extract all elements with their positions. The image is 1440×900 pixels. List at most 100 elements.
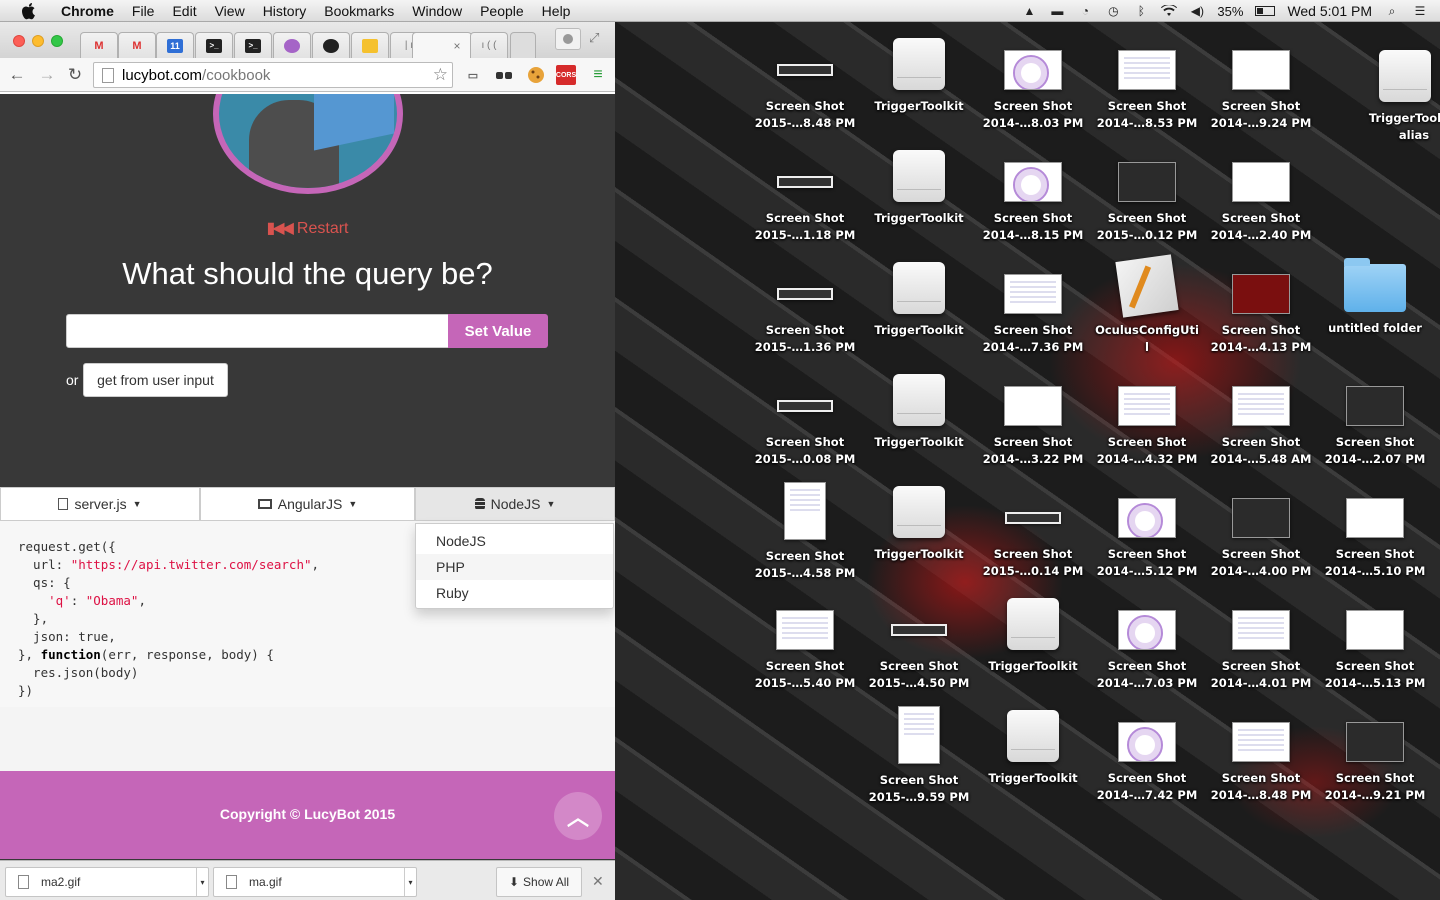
menu-app-chrome[interactable]: Chrome [52, 3, 123, 19]
drive-status-icon[interactable]: ▲ [1021, 4, 1037, 18]
desktop-icon[interactable]: Screen Shot 2015-…1.18 PM [748, 142, 862, 244]
desktop-icon[interactable]: Screen Shot 2015-…4.50 PM [862, 590, 976, 692]
desktop-icon[interactable]: Screen Shot 2015-…8.48 PM [748, 30, 862, 132]
desktop-icon[interactable]: untitled folder [1318, 254, 1432, 337]
menu-edit[interactable]: Edit [163, 3, 205, 19]
desktop-icon[interactable]: Screen Shot 2014-…7.03 PM [1090, 590, 1204, 692]
desktop-icon[interactable]: TriggerToolkit [976, 702, 1090, 787]
cors-ext-icon[interactable]: CORS [556, 65, 576, 85]
cast-icon[interactable]: ▭ [462, 64, 484, 86]
profile-button[interactable] [555, 28, 581, 50]
desktop-icon[interactable]: TriggerToolkit [862, 142, 976, 227]
desktop-icon[interactable]: Screen Shot 2014-…2.07 PM [1318, 366, 1432, 468]
fullscreen-icon[interactable]: ⤢ [589, 30, 605, 46]
desktop-icon[interactable]: Screen Shot 2014-…4.00 PM [1204, 478, 1318, 580]
query-value-input[interactable] [66, 314, 449, 348]
desktop-icon[interactable]: Screen Shot 2015-…0.12 PM [1090, 142, 1204, 244]
menu-bookmarks[interactable]: Bookmarks [315, 3, 403, 19]
desktop-icon[interactable]: OculusConfigUti l [1090, 254, 1204, 356]
desktop-icon[interactable]: Screen Shot 2014-…5.13 PM [1318, 590, 1432, 692]
tab-lucybot-active[interactable]: × [412, 32, 472, 58]
desktop-icon[interactable]: TriggerToolkit [976, 590, 1090, 675]
desktop-icon[interactable]: Screen Shot 2014-…8.53 PM [1090, 30, 1204, 132]
close-tab-icon[interactable]: × [453, 39, 460, 53]
forward-button[interactable]: → [34, 62, 60, 88]
desktop-icon[interactable]: Screen Shot 2014-…8.03 PM [976, 30, 1090, 132]
desktop-icon[interactable]: Screen Shot 2015-…9.59 PM [862, 702, 976, 806]
menu-people[interactable]: People [471, 3, 533, 19]
incognito-ext-icon[interactable] [493, 64, 515, 86]
set-value-button[interactable]: Set Value [448, 314, 548, 348]
tab-terminal-1[interactable]: >_ [195, 32, 233, 58]
menu-history[interactable]: History [254, 3, 316, 19]
tab-chrome-web[interactable] [273, 32, 311, 58]
menu-clock[interactable]: Wed 5:01 PM [1287, 3, 1372, 19]
desktop-icon[interactable]: TriggerToolkit [862, 254, 976, 339]
tab-terminal-2[interactable]: >_ [234, 32, 272, 58]
dash-status-icon[interactable]: ▬ [1049, 4, 1065, 18]
desktop-icon[interactable]: Screen Shot 2014-…9.24 PM [1204, 30, 1318, 132]
notification-center-icon[interactable]: ☰ [1412, 4, 1428, 18]
bookmark-star-icon[interactable]: ☆ [433, 65, 448, 85]
get-from-user-input-button[interactable]: get from user input [83, 363, 228, 397]
desktop-icon[interactable]: Screen Shot 2014-…4.01 PM [1204, 590, 1318, 692]
desktop-icon[interactable]: Screen Shot 2014-…3.22 PM [976, 366, 1090, 468]
address-bar[interactable]: lucybot.com/cookbook ☆ [93, 62, 453, 88]
download-item-1[interactable]: ma2.gif ▾ [5, 867, 209, 897]
tab-github[interactable] [312, 32, 350, 58]
tab-calendar[interactable]: 11 [156, 32, 194, 58]
volume-icon[interactable]: ◀) [1189, 4, 1205, 18]
dropdown-option-nodejs[interactable]: NodeJS [416, 528, 613, 554]
desktop-icon[interactable]: TriggerToolkit [862, 478, 976, 563]
menu-help[interactable]: Help [533, 3, 580, 19]
desktop-icon[interactable]: Screen Shot 2014-…5.10 PM [1318, 478, 1432, 580]
tab-narrow-2[interactable]: ı ( ( [470, 32, 508, 58]
desktop-icon[interactable]: Screen Shot 2015-…1.36 PM [748, 254, 862, 356]
apple-menu-icon[interactable] [18, 2, 40, 20]
scroll-to-top-button[interactable]: ︿ [554, 792, 602, 840]
notification-icon[interactable]: ◔ [1077, 4, 1093, 18]
desktop-icon[interactable]: Screen Shot 2014-…8.48 PM [1204, 702, 1318, 804]
desktop-icon[interactable]: Screen Shot 2015-…4.58 PM [748, 478, 862, 582]
show-all-downloads-button[interactable]: ⬇ Show All [496, 867, 582, 897]
desktop-icon[interactable]: Screen Shot 2014-…7.42 PM [1090, 702, 1204, 804]
close-window-button[interactable] [13, 35, 25, 47]
desktop-icon[interactable]: Screen Shot 2014-…5.12 PM [1090, 478, 1204, 580]
desktop-icon[interactable]: Screen Shot 2014-…5.48 AM [1204, 366, 1318, 468]
desktop-icon[interactable]: Screen Shot 2014-…9.21 PM [1318, 702, 1432, 804]
tab-angularjs[interactable]: AngularJS ▼ [200, 487, 415, 521]
back-button[interactable]: ← [4, 62, 30, 88]
dropdown-option-php[interactable]: PHP [416, 554, 613, 580]
minimize-window-button[interactable] [32, 35, 44, 47]
time-machine-icon[interactable]: ◷ [1105, 4, 1121, 18]
desktop-icon[interactable]: Screen Shot 2015-…0.14 PM [976, 478, 1090, 580]
cookie-ext-icon[interactable] [525, 64, 547, 86]
menu-file[interactable]: File [123, 3, 164, 19]
new-tab-button[interactable] [510, 32, 536, 58]
desktop-icon[interactable]: TriggerToolkit [862, 30, 976, 115]
restart-link[interactable]: ▮◀◀ Restart [0, 218, 615, 238]
chrome-menu-icon[interactable]: ≡ [587, 64, 609, 86]
download-item-2[interactable]: ma.gif ▾ [213, 867, 417, 897]
battery-icon[interactable] [1255, 6, 1276, 16]
dropdown-option-ruby[interactable]: Ruby [416, 580, 613, 606]
close-shelf-icon[interactable]: ✕ [592, 873, 604, 890]
wifi-icon[interactable] [1161, 4, 1178, 18]
desktop-icon[interactable]: Screen Shot 2015-…5.40 PM [748, 590, 862, 692]
desktop-icon[interactable]: Screen Shot 2014-…4.13 PM [1204, 254, 1318, 356]
caret-down-icon[interactable]: ▾ [404, 868, 416, 896]
bluetooth-icon[interactable]: ᛒ [1133, 4, 1149, 18]
spotlight-icon[interactable]: ⌕ [1384, 4, 1400, 18]
zoom-window-button[interactable] [51, 35, 63, 47]
tab-box[interactable] [351, 32, 389, 58]
desktop-icon[interactable]: Screen Shot 2014-…7.36 PM [976, 254, 1090, 356]
menu-window[interactable]: Window [403, 3, 471, 19]
reload-button[interactable]: ↻ [62, 62, 88, 88]
desktop-icon[interactable]: Screen Shot 2014-…8.15 PM [976, 142, 1090, 244]
desktop-icon[interactable]: TriggerTool alias [1355, 42, 1440, 144]
desktop-icon[interactable]: Screen Shot 2014-…4.32 PM [1090, 366, 1204, 468]
desktop-icon[interactable]: Screen Shot 2015-…0.08 PM [748, 366, 862, 468]
menu-view[interactable]: View [206, 3, 254, 19]
tab-nodejs[interactable]: NodeJS ▼ [415, 487, 615, 521]
tab-gmail-1[interactable]: M [80, 32, 118, 58]
